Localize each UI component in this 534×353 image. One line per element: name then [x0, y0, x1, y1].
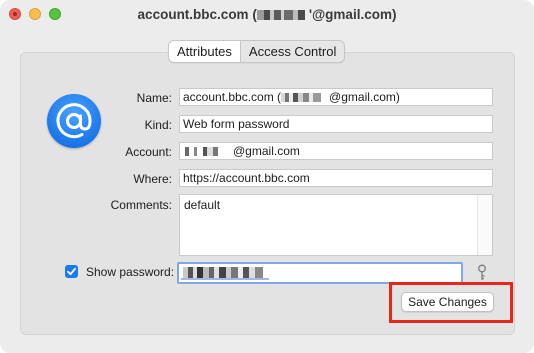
comments-textarea[interactable]: default [179, 194, 493, 256]
account-field[interactable]: @gmail.com [179, 142, 493, 160]
tab-bar: Attributes Access Control [168, 40, 346, 63]
kind-label: Kind: [144, 118, 172, 132]
password-field[interactable] [177, 262, 463, 284]
password-selection-underline [181, 278, 269, 280]
window-title: account.bbc.com ('@gmail.com) [137, 7, 397, 22]
comments-scrollbar[interactable] [477, 195, 492, 255]
redacted-text [256, 10, 309, 20]
name-label: Name: [136, 91, 172, 105]
redacted-password [183, 267, 273, 278]
kind-field[interactable]: Web form password [179, 115, 493, 133]
tab-access-control[interactable]: Access Control [241, 41, 344, 62]
where-label: Where: [133, 172, 172, 186]
show-password-label: Show password: [86, 265, 175, 279]
redacted-text [183, 147, 233, 156]
keychain-item-window: account.bbc.com ('@gmail.com) Attributes… [0, 0, 534, 353]
where-field[interactable]: https://account.bbc.com [179, 169, 493, 187]
tab-attributes[interactable]: Attributes [169, 41, 241, 62]
comments-label: Comments: [110, 198, 172, 212]
redacted-text [281, 93, 330, 102]
show-password-checkbox[interactable] [65, 265, 78, 278]
annotation-highlight-box [389, 282, 513, 323]
comments-text: default [184, 198, 221, 212]
account-label: Account: [125, 145, 172, 159]
title-bar: account.bbc.com ('@gmail.com) [0, 0, 534, 30]
name-field[interactable]: account.bbc.com (@gmail.com) [179, 88, 493, 106]
